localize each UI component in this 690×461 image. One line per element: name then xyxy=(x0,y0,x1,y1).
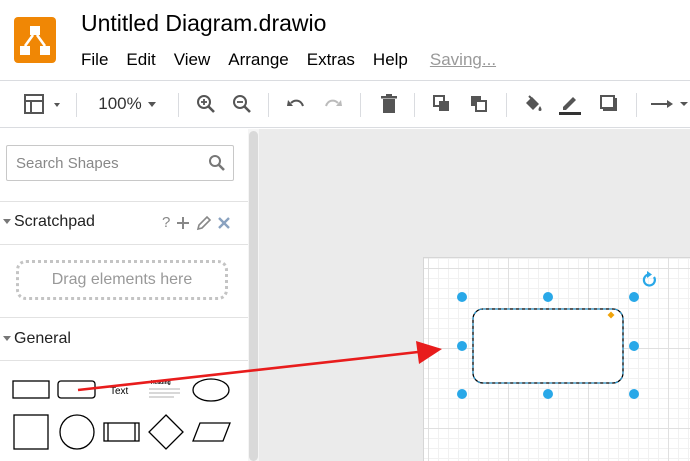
resize-handle[interactable] xyxy=(457,341,467,351)
resize-handle[interactable] xyxy=(543,292,553,302)
canvas-overlay xyxy=(77,271,656,399)
resize-handle[interactable] xyxy=(629,389,639,399)
selected-rounded-rectangle[interactable] xyxy=(472,308,624,384)
resize-handle[interactable] xyxy=(629,292,639,302)
rotate-handle-icon[interactable] xyxy=(642,271,656,287)
resize-handle[interactable] xyxy=(457,389,467,399)
resize-handle[interactable] xyxy=(543,389,553,399)
red-annotation-arrow xyxy=(77,341,442,392)
resize-handle[interactable] xyxy=(629,341,639,351)
resize-handle[interactable] xyxy=(457,292,467,302)
